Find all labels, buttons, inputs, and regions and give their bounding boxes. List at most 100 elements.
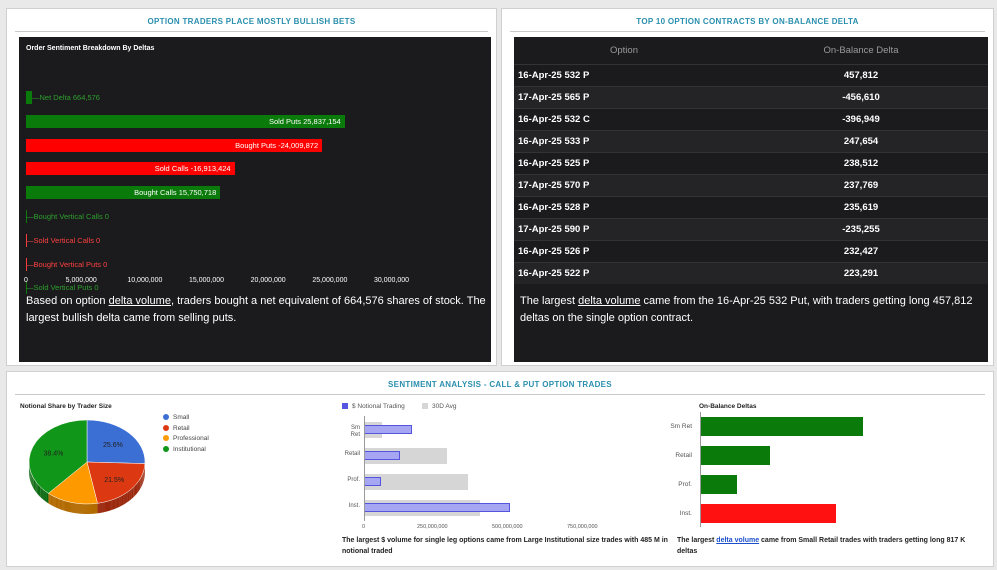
table-body: 16-Apr-25 532 P 457,812 17-Apr-25 565 P -45… (514, 63, 988, 284)
notional-caption: The largest $ volume for single leg opti… (342, 537, 668, 555)
x-tick-label: 20,000,000 (250, 277, 286, 284)
delta-volume-link[interactable]: delta volume (716, 537, 759, 544)
obd-caption: The largest delta volume came from Small… (677, 537, 966, 555)
bar-label: —Sold Vertical Puts 0 (26, 283, 99, 293)
delta-cell: 235,619 (734, 195, 988, 218)
delta-cell: 232,427 (734, 239, 988, 262)
category-label: Sm Ret (670, 423, 692, 430)
y-axis-line (700, 412, 701, 527)
delta-breakdown-chart: Order Sentiment Breakdown By Deltas —Net… (19, 37, 491, 362)
bar-label: Sold Calls -16,913,424 (154, 164, 231, 174)
x-tick-label: 0 (24, 277, 28, 284)
pie-slice-label: 21.5% (104, 477, 124, 484)
delta-volume-link[interactable]: delta volume (109, 295, 171, 307)
column-option[interactable]: Option (514, 37, 734, 64)
contracts-table: Option On-Balance Delta 16-Apr-25 532 P4… (514, 37, 988, 284)
x-tick-label: 10,000,000 (127, 277, 163, 284)
notional-bar[interactable] (364, 503, 510, 512)
legend-notional: $ Notional Trading (352, 403, 405, 410)
pie-title: Notional Share by Trader Size (20, 403, 112, 410)
top-contracts-panel: TOP 10 OPTION CONTRACTS BY ON-BALANCE DE… (501, 8, 994, 366)
delta-volume-link[interactable]: delta volume (578, 295, 640, 307)
x-tick-label: 750,000,000 (567, 524, 598, 530)
pie-slice-label: 25.6% (103, 442, 123, 449)
table-row[interactable]: 16-Apr-25 533 P 247,654 (514, 129, 988, 152)
table-row[interactable]: 16-Apr-25 528 P 235,619 (514, 195, 988, 218)
legend-small[interactable]: Small (163, 414, 189, 421)
bar-label: Sold Puts 25,837,154 (268, 116, 341, 126)
category-label: Sm Ret (350, 425, 360, 438)
obd-bar[interactable] (700, 475, 737, 494)
option-cell: 16-Apr-25 528 P (514, 195, 734, 218)
contracts-table-area: Option On-Balance Delta 16-Apr-25 532 P4… (514, 37, 988, 362)
option-cell: 16-Apr-25 532 P (514, 63, 734, 86)
bar-label: —Sold Vertical Calls 0 (26, 235, 101, 245)
delta-cell: 237,769 (734, 173, 988, 196)
delta-cell: 247,654 (734, 129, 988, 152)
bar-label: Bought Puts -24,009,872 (235, 140, 319, 150)
bullish-bets-panel: OPTION TRADERS PLACE MOSTLY BULLISH BETS… (6, 8, 497, 366)
summary-text: Based on option delta volume, traders bo… (26, 295, 486, 324)
option-cell: 16-Apr-25 532 C (514, 107, 734, 130)
panel-title: SENTIMENT ANALYSIS - CALL & PUT OPTION T… (15, 372, 985, 395)
category-label: Prof. (678, 481, 692, 488)
notional-bar[interactable] (364, 451, 400, 460)
x-tick-label: 15,000,000 (189, 277, 225, 284)
legend-retail[interactable]: Retail (163, 425, 190, 432)
notional-bar[interactable] (364, 425, 412, 434)
delta-cell: 457,812 (734, 63, 988, 86)
column-on-balance-delta[interactable]: On-Balance Delta (734, 37, 988, 64)
delta-cell: -235,255 (734, 217, 988, 240)
table-row[interactable]: 16-Apr-25 532 P 457,812 (514, 63, 988, 86)
summary-text: The largest delta volume came from the 1… (520, 295, 973, 324)
x-tick-label: 0 (362, 524, 366, 530)
category-label: Inst. (348, 503, 360, 509)
delta-cell: -456,610 (734, 85, 988, 108)
x-tick-label: 250,000,000 (417, 524, 448, 530)
legend-institutional[interactable]: Institutional (163, 446, 206, 453)
chart-title: Order Sentiment Breakdown By Deltas (26, 45, 155, 52)
x-tick-label: 500,000,000 (492, 524, 523, 530)
table-row[interactable]: 16-Apr-25 522 P 223,291 (514, 261, 988, 284)
bar-label: —Net Delta 664,576 (32, 93, 100, 102)
bar-label: —Bought Vertical Calls 0 (26, 212, 109, 221)
option-cell: 16-Apr-25 522 P (514, 261, 734, 284)
table-row[interactable]: 17-Apr-25 565 P -456,610 (514, 85, 988, 108)
obd-title: On-Balance Deltas (699, 403, 757, 410)
legend-30d-avg: 30D Avg (432, 403, 457, 410)
y-axis-line (364, 416, 365, 521)
bar-label: Bought Calls 15,750,718 (134, 188, 217, 198)
notional-bar[interactable] (364, 477, 381, 486)
trader-size-pie-chart: 25.6% 21.5% 38.4% (28, 419, 146, 514)
x-tick-label: 25,000,000 (312, 277, 348, 284)
option-cell: 17-Apr-25 590 P (514, 217, 734, 240)
pie-slice-label: 38.4% (43, 451, 63, 458)
delta-cell: -396,949 (734, 107, 988, 130)
category-label: Retail (675, 452, 692, 459)
obd-bar[interactable] (700, 417, 864, 436)
legend-professional[interactable]: Professional (163, 435, 209, 442)
x-tick-label: 30,000,000 (374, 277, 410, 284)
sentiment-analysis-panel: SENTIMENT ANALYSIS - CALL & PUT OPTION T… (6, 371, 994, 567)
option-cell: 17-Apr-25 570 P (514, 173, 734, 196)
x-tick-label: 5,000,000 (65, 277, 97, 284)
table-row[interactable]: 17-Apr-25 590 P -235,255 (514, 217, 988, 240)
panel-title: OPTION TRADERS PLACE MOSTLY BULLISH BETS (15, 9, 488, 32)
bar-label: —Bought Vertical Puts 0 (26, 259, 108, 269)
category-label: Inst. (679, 510, 692, 517)
option-cell: 17-Apr-25 565 P (514, 85, 734, 108)
obd-bar[interactable] (700, 446, 770, 465)
option-cell: 16-Apr-25 525 P (514, 151, 734, 174)
table-row[interactable]: 16-Apr-25 532 C -396,949 (514, 107, 988, 130)
option-cell: 16-Apr-25 533 P (514, 129, 734, 152)
obd-bar[interactable] (700, 504, 836, 523)
category-label: Retail (344, 451, 360, 457)
table-row[interactable]: 16-Apr-25 526 P 232,427 (514, 239, 988, 262)
table-row[interactable]: 16-Apr-25 525 P 238,512 (514, 151, 988, 174)
delta-cell: 223,291 (734, 261, 988, 284)
table-row[interactable]: 17-Apr-25 570 P 237,769 (514, 173, 988, 196)
panel-title: TOP 10 OPTION CONTRACTS BY ON-BALANCE DE… (510, 9, 985, 32)
option-cell: 16-Apr-25 526 P (514, 239, 734, 262)
delta-cell: 238,512 (734, 151, 988, 174)
category-label: Prof. (347, 477, 360, 483)
